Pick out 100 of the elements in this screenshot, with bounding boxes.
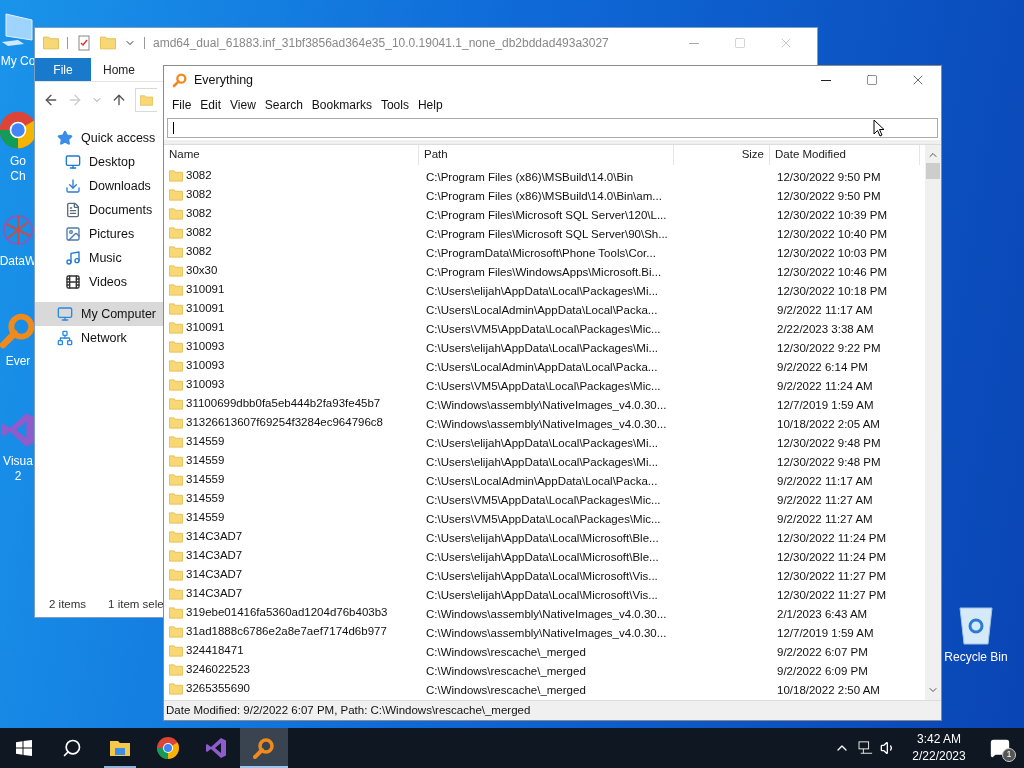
folder-icon — [169, 585, 183, 602]
clock[interactable]: 3:42 AM 2/22/2023 — [902, 731, 976, 765]
folder-icon — [100, 35, 116, 51]
file-name: 3082 — [186, 224, 212, 240]
studio-icon — [204, 736, 228, 760]
address-bar[interactable] — [135, 88, 157, 112]
folder-icon — [169, 300, 183, 317]
nav-item[interactable]: Documents — [35, 198, 163, 222]
file-name: 314C3AD7 — [186, 566, 243, 582]
status-text: Date Modified: 9/2/2022 6:07 PM, Path: C:\Windows\rescache\_merged — [166, 702, 531, 718]
network-icon[interactable] — [858, 741, 874, 755]
up-icon[interactable] — [111, 92, 127, 108]
date-modified: 12/30/2022 9:50 PM — [777, 170, 881, 183]
file-path: C:\Users\VM5\AppData\Local\Packages\Mic... — [426, 512, 661, 525]
file-name: 314C3AD7 — [186, 528, 243, 544]
file-name: 3265355690 — [186, 680, 250, 696]
checklist-icon[interactable] — [76, 35, 92, 51]
date-modified: 10/18/2022 2:05 AM — [777, 417, 880, 430]
nav-item[interactable]: My Computer — [35, 302, 163, 326]
taskbar-app[interactable] — [240, 728, 288, 768]
menu-item[interactable]: Bookmarks — [307, 96, 376, 114]
date-modified: 12/7/2019 1:59 AM — [777, 398, 874, 411]
file-name: 314559 — [186, 433, 225, 449]
file-name: 31ad1888c6786e2a8e7aef7174d6b977 — [186, 623, 387, 639]
column-header[interactable]: Size — [674, 145, 770, 165]
scrollbar[interactable] — [925, 145, 941, 700]
nav-item[interactable]: Videos — [35, 270, 163, 294]
desktop-icon-label: Go — [10, 154, 26, 169]
column-header[interactable]: Date Modified — [770, 145, 920, 165]
folder-icon — [169, 452, 183, 469]
file-path: C:\Windows\assembly\NativeImages_v4.0.30... — [426, 398, 667, 411]
file-name: 3246022523 — [186, 661, 250, 677]
folder-icon — [169, 395, 183, 412]
file-path: C:\Users\elijah\AppData\Local\Packages\Mi... — [426, 284, 659, 297]
film-icon — [65, 274, 81, 290]
date-modified: 9/2/2022 11:17 AM — [777, 474, 873, 487]
file-name: 310093 — [186, 376, 225, 392]
menu-item[interactable]: View — [226, 96, 260, 114]
file-path: C:\Users\VM5\AppData\Local\Packages\Mic... — [426, 493, 661, 506]
folder-icon — [169, 642, 183, 659]
column-header[interactable]: Name — [164, 145, 419, 165]
chrome-icon — [156, 736, 180, 760]
nav-item[interactable]: Network — [35, 326, 163, 350]
maximize-icon — [734, 37, 746, 49]
desktop-icon-label: 2 — [14, 469, 22, 484]
forward-icon[interactable] — [67, 92, 83, 108]
download-icon — [65, 178, 81, 194]
folder-icon — [169, 433, 183, 450]
column-header[interactable]: Path — [419, 145, 674, 165]
file-name: 319ebe01416fa5360ad1204d76b403b3 — [186, 604, 388, 620]
date-modified: 9/2/2022 11:17 AM — [777, 303, 873, 316]
file-name: 310091 — [186, 300, 225, 316]
nav-item[interactable]: Downloads — [35, 174, 163, 198]
file-path: C:\Program Files\Microsoft SQL Server\90\Sh... — [426, 227, 668, 240]
ribbon-tab[interactable]: File — [35, 58, 91, 81]
file-name: 314C3AD7 — [186, 547, 243, 563]
nav-item[interactable]: Music — [35, 246, 163, 270]
folder-icon — [169, 623, 183, 640]
file-path: C:\Windows\rescache\_merged — [426, 645, 586, 658]
file-path: C:\Windows\assembly\NativeImages_v4.0.30... — [426, 626, 667, 639]
file-path: C:\Users\elijah\AppData\Local\Packages\Mi... — [426, 455, 659, 468]
notification-count: 1 — [1002, 748, 1016, 762]
scroll-thumb[interactable] — [926, 163, 940, 179]
file-name: 314559 — [186, 509, 225, 525]
minimize-icon — [821, 79, 831, 81]
file-name: 31100699dbb0fa5eb444b2fa93fe45b7 — [186, 395, 381, 411]
folder-icon — [169, 243, 183, 260]
nav-item[interactable]: Desktop — [35, 150, 163, 174]
file-name: 314559 — [186, 471, 225, 487]
menu-item[interactable]: Edit — [196, 96, 226, 114]
menu-item[interactable]: File — [168, 96, 196, 114]
file-name: 310093 — [186, 357, 225, 373]
mouse-pointer-icon — [873, 119, 885, 137]
file-path: C:\Users\elijah\AppData\Local\Microsoft\Ble... — [426, 531, 659, 544]
desktop-icon-label: Ever — [5, 354, 31, 369]
network-icon — [57, 330, 73, 346]
nav-item[interactable]: Quick access — [35, 126, 163, 150]
nav-item[interactable]: Pictures — [35, 222, 163, 246]
ribbon-tab[interactable]: Home — [91, 58, 147, 81]
folder-icon — [169, 414, 183, 431]
maximize-icon — [866, 74, 878, 86]
file-name: 310091 — [186, 319, 225, 335]
menu-item[interactable]: Tools — [376, 96, 413, 114]
folder-icon — [140, 93, 153, 107]
file-path: C:\Windows\assembly\NativeImages_v4.0.30... — [426, 417, 667, 430]
date-modified: 12/30/2022 11:24 PM — [777, 531, 887, 544]
menu-item[interactable]: Help — [413, 96, 447, 114]
folder-icon — [169, 680, 183, 697]
file-path: C:\Users\elijah\AppData\Local\Microsoft\Ble... — [426, 550, 659, 563]
file-path: C:\Users\elijah\AppData\Local\Packages\Mi... — [426, 436, 659, 449]
file-path: C:\Windows\rescache\_merged — [426, 683, 586, 696]
monitor-icon — [65, 154, 81, 170]
search-field[interactable] — [167, 118, 938, 138]
back-icon[interactable] — [43, 92, 59, 108]
folder-icon — [169, 376, 183, 393]
notifications-button[interactable]: 1 — [976, 728, 1024, 768]
folder-icon — [43, 35, 59, 51]
folder-icon — [169, 338, 183, 355]
music-note-icon — [65, 250, 81, 266]
menu-item[interactable]: Search — [260, 96, 307, 114]
